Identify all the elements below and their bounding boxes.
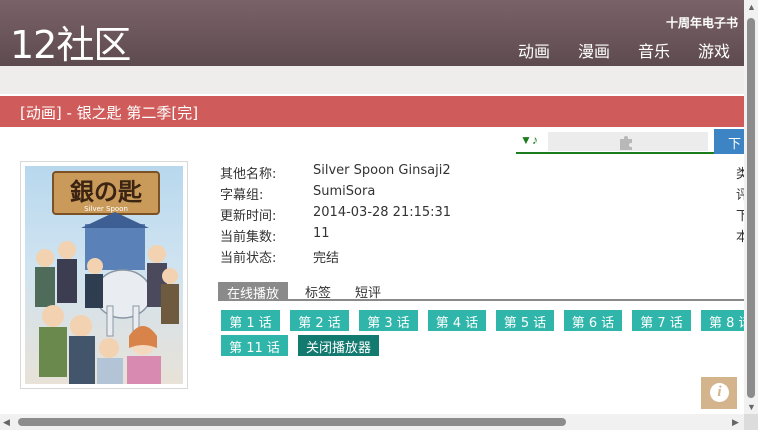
episode-button[interactable]: 第 3 话 (359, 310, 418, 331)
info-value: 11 (313, 226, 330, 241)
scrollbar-corner (744, 414, 758, 430)
plugin-placeholder[interactable] (548, 132, 708, 151)
episode-button[interactable]: 第 1 话 (221, 310, 280, 331)
page-title: [动画] - 银之匙 第二季[完] (20, 104, 199, 122)
episode-button[interactable]: 第 11 话 (221, 335, 288, 356)
puzzle-icon (620, 136, 632, 150)
nav-games[interactable]: 游戏 (698, 38, 730, 62)
site-logo[interactable]: 12社区 (10, 14, 131, 69)
poster-illustration: 銀の匙 Silver Spoon (35, 171, 179, 384)
title-bar: [动画] - 银之匙 第二季[完] (0, 96, 744, 127)
info-icon: i (710, 383, 729, 402)
episode-button[interactable]: 第 8 话 (701, 310, 744, 331)
episode-button[interactable]: 第 7 话 (632, 310, 691, 331)
download-button[interactable]: 下 (714, 129, 744, 154)
info-key: 更新时间: (220, 209, 277, 224)
poster-image[interactable]: 銀の匙 Silver Spoon (25, 166, 183, 384)
episode-button[interactable]: 第 6 话 (564, 310, 622, 331)
tab-short-reviews[interactable]: 短评 (355, 282, 381, 301)
info-key: 字幕组: (220, 188, 264, 203)
poster-frame: 銀の匙 Silver Spoon (20, 161, 188, 389)
sub-strip (0, 66, 744, 94)
scroll-right-icon[interactable]: ▶ (732, 417, 739, 428)
info-value: 完结 (313, 251, 340, 266)
player-bar: ▼♪ (516, 129, 714, 154)
anniversary-link[interactable]: 十周年电子书 (666, 14, 738, 31)
episode-button[interactable]: 第 4 话 (428, 310, 486, 331)
info-value[interactable]: SumiSora (313, 184, 375, 205)
info-value: 2014-03-28 21:15:31 (313, 205, 452, 220)
info-row: 字幕组: SumiSora (220, 184, 451, 205)
info-key: 其他名称: (220, 167, 277, 182)
tab-bar: 在线播放 标签 短评 (218, 281, 744, 302)
info-value: Silver Spoon Ginsaji2 (313, 163, 451, 178)
horizontal-scroll-thumb[interactable] (18, 418, 566, 426)
vertical-scrollbar[interactable]: ▲ ▼ (744, 0, 758, 414)
episode-button[interactable]: 第 2 话 (290, 310, 349, 331)
info-row: 更新时间: 2014-03-28 21:15:31 (220, 205, 451, 226)
scroll-down-icon[interactable]: ▼ (747, 402, 756, 412)
info-button[interactable]: i (701, 377, 737, 409)
episode-button[interactable]: 第 5 话 (496, 310, 554, 331)
info-table: 其他名称: Silver Spoon Ginsaji2 字幕组: SumiSor… (220, 163, 451, 268)
horizontal-scrollbar[interactable]: ◀ ▶ (0, 414, 744, 430)
info-row: 当前状态: 完结 (220, 247, 451, 268)
music-note-icon[interactable]: ▼♪ (520, 133, 538, 147)
nav-anime[interactable]: 动画 (518, 38, 550, 62)
nav-music[interactable]: 音乐 (638, 38, 670, 62)
vertical-scroll-thumb[interactable] (747, 18, 755, 398)
info-row: 当前集数: 11 (220, 226, 451, 247)
close-player-button[interactable]: 关闭播放器 (298, 335, 379, 356)
info-key: 当前集数: (220, 230, 277, 245)
tab-tags[interactable]: 标签 (305, 282, 331, 301)
site-header: 12社区 十周年电子书 动画 漫画 音乐 游戏 (0, 0, 744, 69)
scroll-up-icon[interactable]: ▲ (747, 2, 756, 12)
poster-subtitle: Silver Spoon (84, 205, 128, 213)
tab-online-play[interactable]: 在线播放 (218, 282, 289, 302)
poster-logo: 銀の匙 (70, 177, 143, 206)
main-nav: 动画 漫画 音乐 游戏 (518, 38, 730, 62)
info-row: 其他名称: Silver Spoon Ginsaji2 (220, 163, 451, 184)
scroll-left-icon[interactable]: ◀ (3, 417, 10, 428)
nav-manga[interactable]: 漫画 (578, 38, 610, 62)
info-key: 当前状态: (220, 251, 277, 266)
